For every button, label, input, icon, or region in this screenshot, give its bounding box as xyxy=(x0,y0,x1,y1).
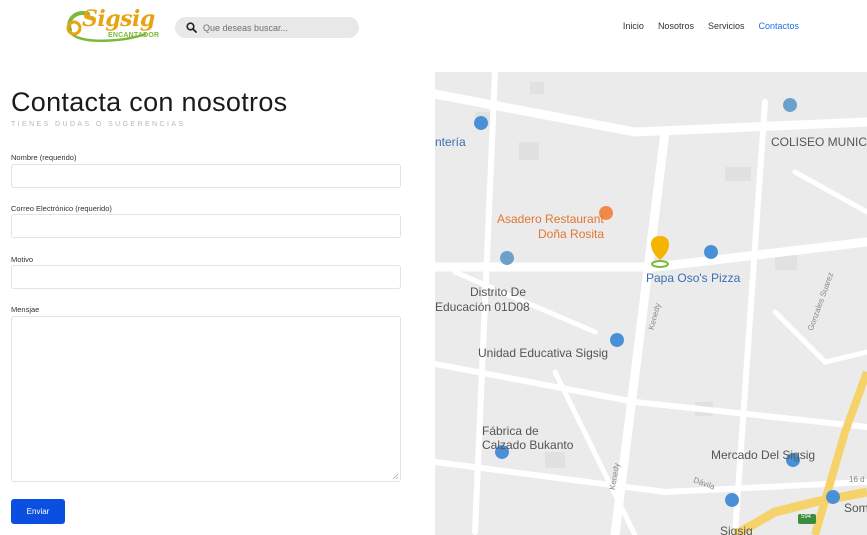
reason-label: Motivo xyxy=(11,255,34,264)
nav-link-nosotros[interactable]: Nosotros xyxy=(658,21,694,31)
map-place-label: ntería xyxy=(435,135,466,149)
site-header: Sigsig ENCANTADOR Inicio Nosotros Servic… xyxy=(0,0,867,56)
map-place-label: Educación 01D08 xyxy=(435,300,530,314)
email-label: Correo Electrónico (requerido) xyxy=(11,204,112,213)
name-label: Nombre (requerido) xyxy=(11,153,77,162)
nav-link-contactos[interactable]: Contactos xyxy=(758,21,799,31)
map-place-label: Unidad Educativa Sigsig xyxy=(478,346,609,360)
contact-form: Contacta con nosotros TIENES DUDAS O SUG… xyxy=(11,84,403,524)
nav-link-servicios[interactable]: Servicios xyxy=(708,21,745,31)
search-icon xyxy=(186,22,197,33)
map-place-label: Mercado Del Sigsig xyxy=(711,448,816,462)
map-place-label: COLISEO MUNICIP xyxy=(771,135,867,149)
map-place-label: Papa Oso's Pizza xyxy=(646,271,741,285)
search-input[interactable] xyxy=(203,17,353,38)
reason-field[interactable] xyxy=(11,265,401,289)
logo-subtext: ENCANTADOR xyxy=(108,32,160,39)
route-shield-label: 594 xyxy=(801,514,812,520)
page-subtitle: TIENES DUDAS O SUGERENCIAS xyxy=(11,121,186,128)
map-place-label: Calzado Bukanto xyxy=(482,438,574,452)
logo-text: Sigsig xyxy=(82,6,155,32)
map-place-label: Doña Rosita xyxy=(538,227,605,241)
map-place-label: Fábrica de xyxy=(482,424,539,438)
search-bar[interactable] xyxy=(175,17,359,38)
email-field[interactable] xyxy=(11,214,401,238)
page-title: Contacta con nosotros xyxy=(11,87,288,117)
map-embed[interactable]: ntería COLISEO MUNICIP Asadero Restauran… xyxy=(435,72,867,535)
map-street-label: 16 d xyxy=(849,475,865,484)
submit-button[interactable]: Enviar xyxy=(11,499,65,524)
message-textarea[interactable] xyxy=(11,316,401,482)
site-logo[interactable]: Sigsig ENCANTADOR xyxy=(62,4,162,46)
message-label: Mensjae xyxy=(11,305,40,314)
resize-grip-icon[interactable] xyxy=(392,473,399,480)
map-place-label: Asadero Restaurant xyxy=(497,212,604,226)
nav-link-inicio[interactable]: Inicio xyxy=(623,21,644,31)
main-nav: Inicio Nosotros Servicios Contactos xyxy=(623,21,799,31)
map-place-label: Som xyxy=(844,501,867,515)
map-place-label: Sigsig xyxy=(720,524,753,535)
map-place-label: Distrito De xyxy=(470,285,527,299)
name-field[interactable] xyxy=(11,164,401,188)
